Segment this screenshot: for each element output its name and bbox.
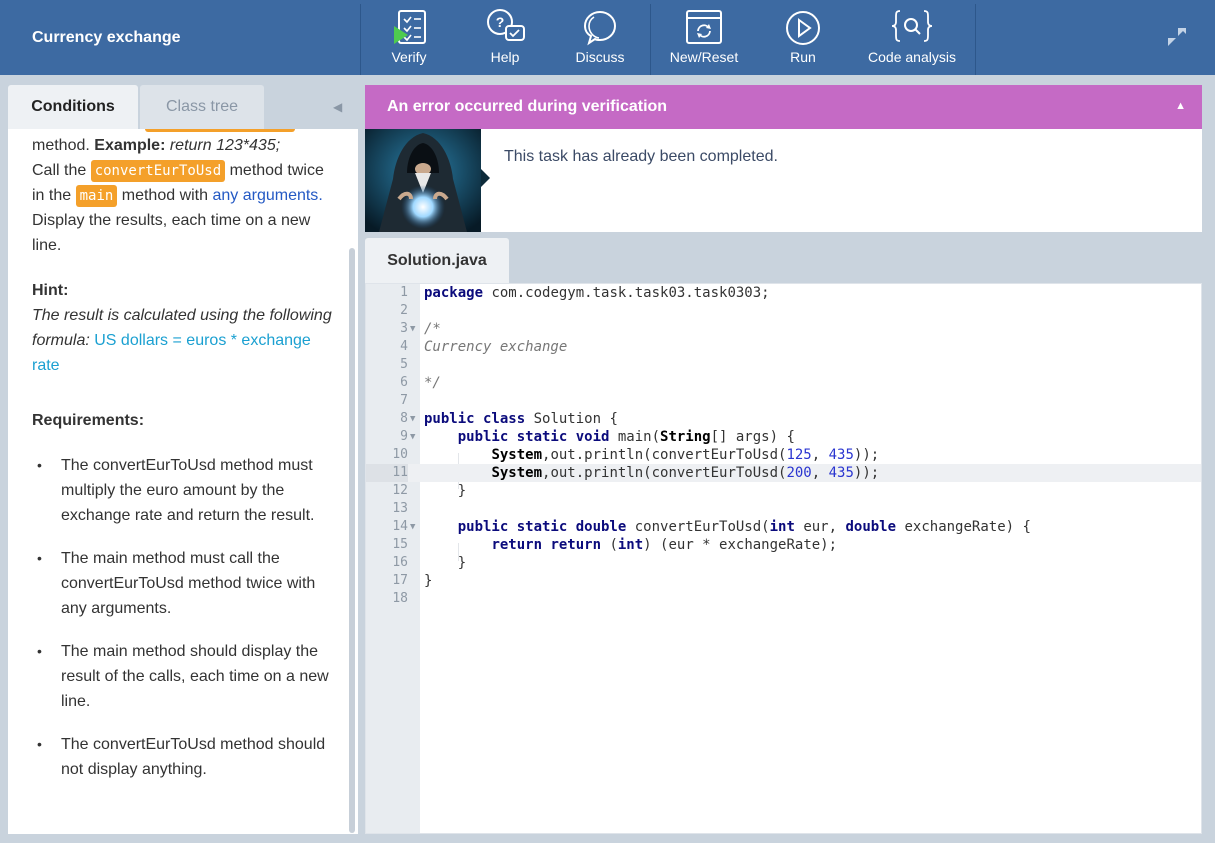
- top-toolbar: Currency exchange Verify ? Help Discuss: [0, 0, 1215, 75]
- description-text: Call the: [32, 162, 91, 179]
- code-line: 15 return return (int) (eur * exchangeRa…: [392, 537, 838, 553]
- requirement-item: The main method must call the convertEur…: [32, 546, 332, 621]
- toolbar-divider: [360, 4, 361, 75]
- app-title: Currency exchange: [32, 29, 181, 46]
- error-title: An error occurred during verification: [387, 98, 668, 115]
- fold-arrow-icon[interactable]: ▼: [410, 410, 415, 428]
- code-line: 13: [392, 501, 408, 516]
- code-line-active: 11 System,out.println(convertEurToUsd(20…: [366, 464, 1201, 482]
- verify-label: Verify: [391, 49, 427, 65]
- description-text: .: [318, 187, 323, 204]
- hint-heading: Hint:: [32, 282, 69, 299]
- requirements-heading: Requirements:: [32, 412, 145, 429]
- code-line: 7: [400, 393, 408, 408]
- code-line: 5: [400, 357, 408, 372]
- verification-error-banner[interactable]: An error occurred during verification ▲: [365, 85, 1202, 129]
- collapse-fullscreen-icon[interactable]: [1166, 26, 1188, 48]
- toolbar-divider: [650, 4, 651, 75]
- collapse-panel-icon[interactable]: ◀: [333, 100, 342, 114]
- code-editor[interactable]: 1 package com.codegym.task.task03.task030…: [365, 283, 1202, 834]
- verify-button[interactable]: Verify: [381, 8, 437, 70]
- wizard-avatar-image: [365, 129, 481, 232]
- code-line: 2: [400, 303, 408, 318]
- conditions-text: method. Example: return 123*435; Call th…: [32, 133, 332, 800]
- help-button[interactable]: ? Help: [478, 8, 532, 70]
- code-line: 14 ▼ public static double convertEurToUsd…: [392, 518, 1031, 536]
- discuss-button[interactable]: Discuss: [570, 8, 630, 70]
- code-analysis-button[interactable]: Code analysis: [862, 8, 962, 70]
- file-tab-solution[interactable]: Solution.java: [365, 238, 509, 284]
- code-line: 8 ▼ public class Solution {: [400, 410, 618, 428]
- description-text: Display the results, each time on a new …: [32, 212, 311, 254]
- fold-arrow-icon[interactable]: ▼: [410, 518, 415, 536]
- verify-icon: [394, 10, 426, 44]
- any-arguments-link[interactable]: any arguments: [212, 187, 318, 204]
- code-line: 6 */: [400, 375, 441, 391]
- code-lines: 1 package com.codegym.task.task03.task030…: [366, 284, 1201, 608]
- description-text: method.: [32, 137, 95, 154]
- toolbar-divider: [975, 4, 976, 75]
- help-icon: ?: [487, 9, 525, 41]
- new-reset-label: New/Reset: [669, 49, 739, 65]
- conditions-scrollbar[interactable]: [349, 248, 355, 833]
- run-icon: [786, 11, 820, 45]
- discuss-label: Discuss: [575, 49, 625, 65]
- description-text: method with: [117, 187, 213, 204]
- requirement-item: The convertEurToUsd method must multiply…: [32, 453, 332, 528]
- code-chip-fragment: [145, 129, 295, 132]
- run-button[interactable]: Run: [780, 8, 826, 70]
- example-code: return 123*435;: [165, 137, 281, 154]
- tab-conditions[interactable]: Conditions: [8, 85, 138, 129]
- code-analysis-label: Code analysis: [868, 49, 956, 65]
- code-line: 12 }: [392, 483, 467, 499]
- tab-class-tree[interactable]: Class tree: [140, 85, 264, 129]
- run-label: Run: [790, 49, 816, 65]
- task-description: method. Example: return 123*435; Call th…: [32, 133, 332, 258]
- code-line: 18: [392, 591, 408, 606]
- error-message: This task has already been completed.: [504, 148, 778, 165]
- code-line: 16 }: [392, 555, 467, 571]
- collapse-caret-icon[interactable]: ▲: [1175, 100, 1186, 112]
- code-line: 10 System,out.println(convertEurToUsd(12…: [392, 447, 880, 463]
- code-line: 1 package com.codegym.task.task03.task030…: [400, 285, 770, 301]
- code-line: 17}: [392, 573, 433, 589]
- discuss-icon: [583, 10, 617, 46]
- requirement-item: The convertEurToUsd method should not di…: [32, 732, 332, 782]
- fold-arrow-icon[interactable]: ▼: [410, 428, 415, 446]
- code-analysis-icon: [891, 10, 933, 42]
- code-chip-converteurtousd: convertEurToUsd: [90, 160, 226, 182]
- requirements-list: The convertEurToUsd method must multiply…: [32, 453, 332, 782]
- error-body: This task has already been completed.: [365, 129, 1202, 232]
- code-line: 4 Currency exchange: [400, 339, 568, 355]
- reset-icon: [686, 10, 722, 44]
- requirement-item: The main method should display the resul…: [32, 639, 332, 714]
- example-label: Example:: [94, 137, 166, 154]
- conditions-panel: method. Example: return 123*435; Call th…: [8, 129, 358, 834]
- fold-arrow-icon[interactable]: ▼: [410, 320, 415, 338]
- code-line: 3 ▼/*: [400, 320, 441, 338]
- help-label: Help: [490, 49, 520, 65]
- svg-text:?: ?: [496, 14, 505, 30]
- code-line: 9 ▼ public static void main(String[] args…: [400, 428, 795, 446]
- new-reset-button[interactable]: New/Reset: [664, 8, 744, 70]
- code-chip-main: main: [75, 185, 118, 207]
- hint-section: Hint: The result is calculated using the…: [32, 278, 332, 378]
- requirements-section: Requirements: The convertEurToUsd method…: [32, 408, 332, 782]
